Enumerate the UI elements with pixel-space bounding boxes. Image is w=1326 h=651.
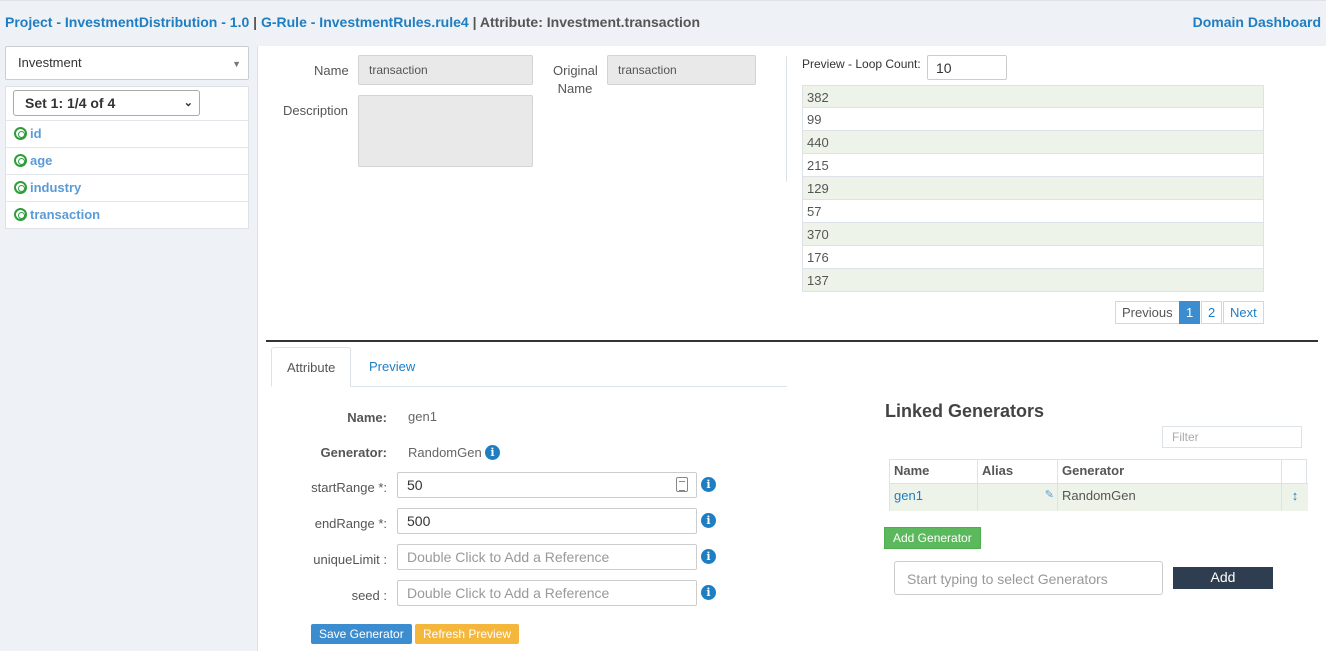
attribute-title: Attribute: Investment.transaction xyxy=(479,14,701,30)
entity-select-value: Investment xyxy=(18,55,82,70)
preview-row: 440 xyxy=(802,131,1264,154)
calculator-icon[interactable] xyxy=(676,477,688,492)
loop-count-label: Preview - Loop Count: xyxy=(802,57,921,71)
loop-count-input[interactable]: 10 xyxy=(927,55,1007,80)
pencil-icon[interactable]: ✎ xyxy=(1045,488,1054,501)
column-header-actions xyxy=(1282,460,1308,483)
unique-limit-input[interactable]: Double Click to Add a Reference xyxy=(397,544,697,570)
rule-link[interactable]: G-Rule - InvestmentRules.rule4 xyxy=(261,14,469,30)
pagination-next[interactable]: Next xyxy=(1223,301,1264,324)
column-header-generator: Generator xyxy=(1058,460,1282,483)
generator-label: Generator: xyxy=(320,445,387,460)
attribute-list-panel: Set 1: 1/4 of 4 ⌄ id age industry transa… xyxy=(5,86,249,229)
pagination-previous[interactable]: Previous xyxy=(1115,301,1180,324)
row-name-link[interactable]: gen1 xyxy=(890,483,978,511)
caret-down-icon: ▼ xyxy=(232,59,241,69)
gen-name-label: Name: xyxy=(347,410,387,425)
name-field[interactable]: transaction xyxy=(358,55,533,85)
start-range-label: startRange *: xyxy=(311,480,387,495)
original-label-line2: Name xyxy=(557,81,593,96)
pagination-page-2[interactable]: 2 xyxy=(1201,301,1223,324)
sidebar-item-transaction[interactable]: transaction xyxy=(6,201,248,228)
sidebar-item-label: id xyxy=(30,126,42,141)
sidebar-item-label: transaction xyxy=(30,207,101,222)
linked-generators-table: Name Alias Generator gen1 ✎ RandomGen ↕ xyxy=(889,459,1308,511)
gen-name-value: gen1 xyxy=(408,409,437,424)
generator-value: RandomGen xyxy=(408,445,482,460)
preview-row: 215 xyxy=(802,154,1264,177)
sidebar-item-id[interactable]: id xyxy=(6,120,248,147)
section-divider xyxy=(266,340,1318,342)
sidebar-item-industry[interactable]: industry xyxy=(6,174,248,201)
sidebar-item-label: industry xyxy=(30,180,82,195)
preview-row: 57 xyxy=(802,200,1264,223)
add-generator-button[interactable]: Add Generator xyxy=(884,527,981,549)
sidebar-item-age[interactable]: age xyxy=(6,147,248,174)
refresh-preview-button[interactable]: Refresh Preview xyxy=(415,624,520,644)
attribute-icon xyxy=(14,127,27,140)
info-icon[interactable]: i xyxy=(701,477,716,492)
row-generator: RandomGen xyxy=(1058,483,1282,511)
end-range-label: endRange *: xyxy=(314,516,387,531)
set-select-value: Set 1: 1/4 of 4 xyxy=(25,95,116,111)
chevron-down-icon: ⌄ xyxy=(183,97,193,109)
info-icon[interactable]: i xyxy=(701,513,716,528)
project-link[interactable]: Project - InvestmentDistribution - 1.0 xyxy=(5,14,249,30)
preview-row: 176 xyxy=(802,246,1264,269)
preview-row: 137 xyxy=(802,269,1264,292)
column-header-name: Name xyxy=(890,460,978,483)
unique-limit-label: uniqueLimit : xyxy=(313,552,387,567)
filter-input[interactable]: Filter xyxy=(1162,426,1302,448)
sort-handle-icon[interactable]: ↕ xyxy=(1282,483,1308,511)
attribute-icon xyxy=(14,154,27,167)
save-generator-button[interactable]: Save Generator xyxy=(311,624,412,644)
breadcrumb-separator: | xyxy=(472,14,477,30)
description-field[interactable] xyxy=(358,95,533,167)
original-label-line1: Original xyxy=(553,63,598,78)
pagination-page-1[interactable]: 1 xyxy=(1179,301,1201,324)
generator-search-input[interactable]: Start typing to select Generators xyxy=(894,561,1163,595)
column-header-alias: Alias xyxy=(978,460,1058,483)
tab-preview[interactable]: Preview xyxy=(369,359,415,374)
start-range-input[interactable]: 50 xyxy=(397,472,697,498)
preview-row: 99 xyxy=(802,108,1264,131)
add-button[interactable]: Add xyxy=(1173,567,1273,589)
info-icon[interactable]: i xyxy=(701,549,716,564)
attribute-icon xyxy=(14,208,27,221)
linked-generators-title: Linked Generators xyxy=(885,401,1045,421)
original-name-field[interactable]: transaction xyxy=(607,55,756,85)
seed-input[interactable]: Double Click to Add a Reference xyxy=(397,580,697,606)
breadcrumb: Project - InvestmentDistribution - 1.0 |… xyxy=(5,14,700,30)
original-name-label: Original Name xyxy=(553,63,598,96)
description-label: Description xyxy=(283,103,349,118)
set-select[interactable]: Set 1: 1/4 of 4 ⌄ xyxy=(13,90,200,116)
divider xyxy=(786,56,787,182)
tab-attribute[interactable]: Attribute xyxy=(271,347,351,387)
seed-label: seed : xyxy=(351,588,387,603)
info-icon[interactable]: i xyxy=(701,585,716,600)
entity-select[interactable]: Investment ▼ xyxy=(5,46,249,80)
row-alias-cell[interactable]: ✎ xyxy=(978,483,1058,511)
breadcrumb-separator: | xyxy=(253,14,258,30)
attribute-icon xyxy=(14,181,27,194)
info-icon[interactable]: i xyxy=(485,445,500,460)
sidebar-item-label: age xyxy=(30,153,53,168)
domain-dashboard-link[interactable]: Domain Dashboard xyxy=(1193,14,1321,30)
name-label: Name xyxy=(314,63,349,78)
preview-row: 382 xyxy=(802,85,1264,108)
end-range-input[interactable]: 500 xyxy=(397,508,697,534)
preview-row: 370 xyxy=(802,223,1264,246)
preview-row: 129 xyxy=(802,177,1264,200)
